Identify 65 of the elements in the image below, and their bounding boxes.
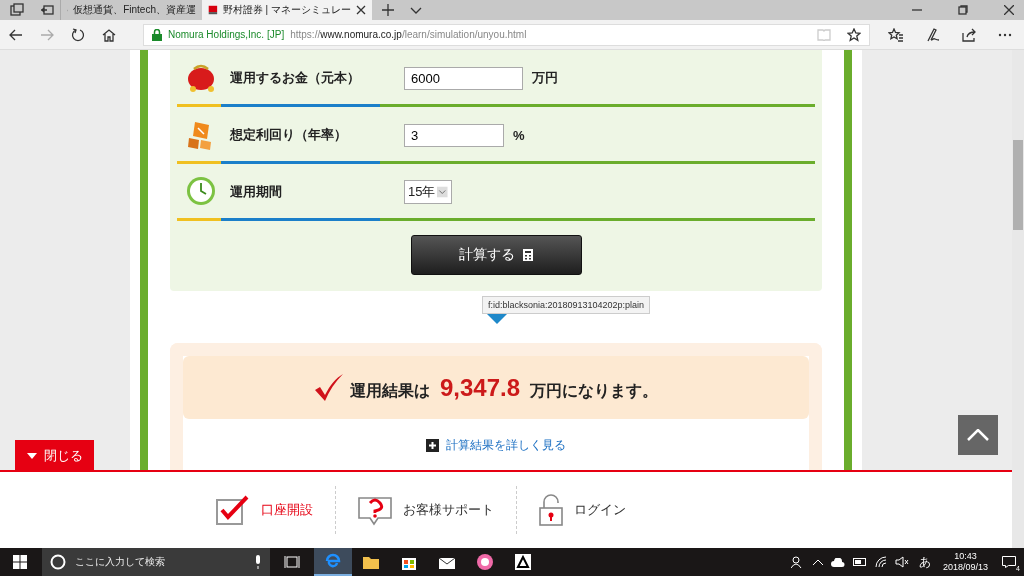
details-link[interactable]: 計算結果を詳しく見る bbox=[446, 437, 566, 454]
chevron-up-icon bbox=[967, 429, 989, 441]
refresh-icon[interactable] bbox=[71, 27, 85, 42]
scrollbar[interactable] bbox=[1012, 50, 1024, 548]
close-icon[interactable] bbox=[1004, 5, 1014, 15]
url-text: https://www.nomura.co.jp/learn/simulation/unyou.html bbox=[290, 29, 527, 40]
checkmark-icon bbox=[313, 373, 344, 402]
unit-label: % bbox=[513, 127, 525, 143]
windows-start-icon[interactable] bbox=[13, 555, 27, 569]
footer-link[interactable]: 口座開設 bbox=[194, 495, 335, 525]
battery-icon[interactable] bbox=[852, 558, 867, 566]
wifi-icon[interactable] bbox=[874, 556, 887, 568]
cortana-circle-icon bbox=[50, 554, 66, 570]
task-view-icon[interactable] bbox=[284, 555, 300, 569]
select-field[interactable]: 15年 bbox=[404, 180, 452, 204]
microphone-icon bbox=[254, 555, 262, 569]
pen-icon[interactable] bbox=[926, 27, 940, 42]
more-icon[interactable] bbox=[998, 32, 1012, 37]
field-label: 想定利回り（年率） bbox=[230, 126, 348, 144]
chevron-up-icon[interactable] bbox=[812, 559, 823, 565]
calculate-button[interactable]: 計算する bbox=[410, 235, 582, 275]
action-center-icon bbox=[1002, 556, 1016, 568]
footer-link[interactable]: お客様サポート bbox=[336, 494, 516, 526]
result-text: 運用結果は 9,347.8 万円になります。 bbox=[349, 373, 659, 402]
padlock-icon bbox=[539, 494, 563, 526]
close-tab-icon[interactable] bbox=[356, 5, 366, 15]
input-method-indicator[interactable]: あ bbox=[918, 553, 931, 571]
close-button[interactable]: 閉じる bbox=[15, 440, 94, 471]
cloud-icon[interactable] bbox=[830, 557, 845, 567]
speaker-muted-icon[interactable] bbox=[894, 556, 909, 568]
plus-icon bbox=[426, 439, 439, 452]
new-tab-icon[interactable] bbox=[382, 4, 394, 16]
address-bar[interactable]: Nomura Holdings,Inc. [JP] https://www.nomura.co.jp/learn/simulation/unyou.html bbox=[143, 23, 870, 46]
calculator-icon bbox=[523, 249, 533, 261]
share-icon[interactable] bbox=[962, 27, 976, 42]
set-aside-tabs-icon[interactable] bbox=[40, 3, 54, 17]
tab-preview-icon[interactable] bbox=[10, 3, 24, 17]
chevron-down-icon bbox=[437, 185, 448, 199]
home-icon[interactable] bbox=[102, 27, 116, 42]
browser-tab[interactable]: 野村證券 | マネーシミュレー bbox=[202, 0, 372, 20]
restore-icon[interactable] bbox=[958, 5, 968, 15]
flower-app-icon bbox=[476, 553, 494, 571]
taskbar-search-field[interactable]: ここに入力して検索 bbox=[42, 548, 270, 576]
site-identity: Nomura Holdings,Inc. [JP] bbox=[168, 29, 285, 40]
site-favicon bbox=[208, 3, 218, 17]
checkbox-icon bbox=[216, 495, 250, 525]
star-icon[interactable] bbox=[847, 27, 861, 42]
caret-icon bbox=[26, 452, 37, 459]
question-bubble-icon bbox=[358, 494, 392, 526]
edge-icon bbox=[324, 552, 342, 570]
field-label: 運用するお金（元本） bbox=[230, 69, 361, 87]
scrollbar-thumb[interactable] bbox=[1013, 140, 1023, 230]
field-label: 運用期間 bbox=[230, 183, 283, 201]
unit-label: 万円 bbox=[532, 69, 558, 87]
input-field[interactable]: 3 bbox=[404, 123, 504, 147]
triangle-app-icon bbox=[514, 553, 532, 571]
taskbar-clock[interactable]: 10:43 2018/09/13 bbox=[936, 551, 994, 573]
back-to-top-button[interactable] bbox=[958, 415, 998, 455]
back-icon[interactable] bbox=[9, 27, 23, 42]
lock-icon bbox=[152, 28, 162, 41]
tooltip: f:id:blacksonia:20180913104202p:plain bbox=[482, 296, 651, 314]
favorites-icon[interactable] bbox=[888, 27, 904, 42]
forward-icon bbox=[40, 27, 54, 42]
footer-link[interactable]: ログイン bbox=[517, 494, 648, 526]
input-field[interactable]: 6000 bbox=[404, 66, 523, 90]
